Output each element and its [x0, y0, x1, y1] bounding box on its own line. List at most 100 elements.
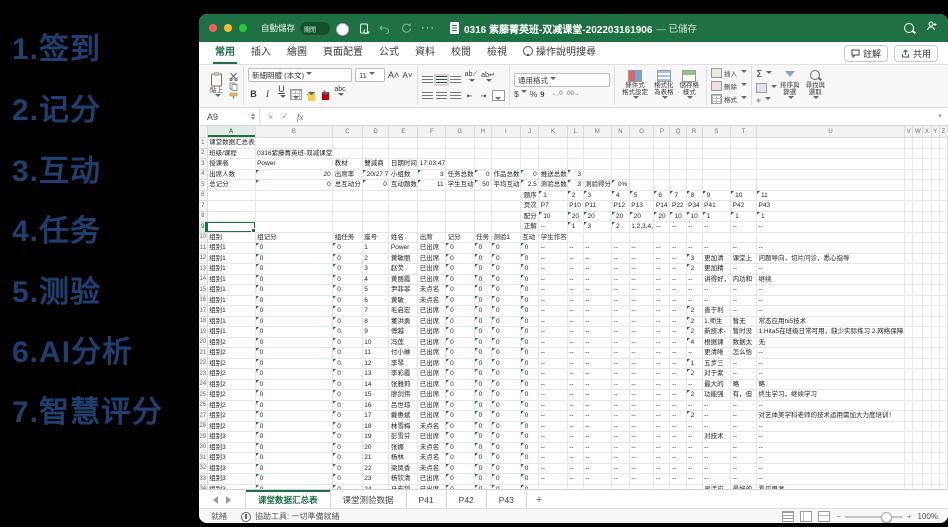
- cell-R15[interactable]: --: [686, 284, 703, 296]
- cell-W15[interactable]: [912, 284, 924, 296]
- cell-L33[interactable]: --: [567, 473, 584, 485]
- cell-U16[interactable]: --: [756, 295, 906, 306]
- cell-E5[interactable]: 互动题数: [388, 179, 419, 191]
- cell-F32[interactable]: 未点名: [417, 463, 447, 474]
- column-header-P[interactable]: P: [653, 126, 671, 138]
- cell-X1[interactable]: [922, 137, 932, 149]
- cell-S27[interactable]: --: [702, 410, 732, 422]
- cell-Z2[interactable]: [939, 148, 948, 159]
- cell-J7[interactable]: 页次: [520, 200, 540, 212]
- cell-C32[interactable]: 0: [332, 463, 363, 474]
- fullscreen-window-button[interactable]: [239, 24, 247, 32]
- cell-S3[interactable]: [702, 158, 732, 170]
- cell-X14[interactable]: [922, 274, 932, 285]
- cell-I1[interactable]: [491, 137, 521, 149]
- cell-H16[interactable]: 0: [474, 295, 493, 306]
- cell-R17[interactable]: 2: [686, 305, 703, 317]
- cell-O16[interactable]: --: [629, 295, 655, 306]
- cell-Z5[interactable]: [939, 179, 948, 191]
- cell-Y6[interactable]: [931, 190, 940, 201]
- format-as-table-button[interactable]: 格式化 為表格: [651, 69, 677, 103]
- cell-C2[interactable]: [332, 148, 363, 159]
- cell-P31[interactable]: --: [653, 452, 671, 464]
- cell-E17[interactable]: 毛启宏: [388, 305, 419, 317]
- cell-W5[interactable]: [912, 179, 924, 191]
- row-header-18[interactable]: 18: [199, 315, 208, 327]
- cell-L23[interactable]: --: [567, 368, 584, 380]
- cell-H23[interactable]: 0: [474, 368, 493, 380]
- home-icon[interactable]: [339, 23, 350, 34]
- cell-W27[interactable]: [912, 410, 924, 422]
- cell-G29[interactable]: 0: [445, 431, 475, 443]
- cell-R13[interactable]: 2: [686, 263, 703, 275]
- cell-U28[interactable]: --: [756, 421, 906, 432]
- cell-V11[interactable]: [904, 242, 914, 254]
- cell-A16[interactable]: 组别1: [207, 295, 256, 306]
- cell-W22[interactable]: [912, 358, 924, 369]
- increase-indent-icon[interactable]: ⇥: [478, 92, 489, 100]
- cell-D31[interactable]: 21: [362, 452, 390, 464]
- cell-B3[interactable]: Power: [255, 158, 334, 170]
- cell-F7[interactable]: [417, 200, 447, 212]
- cell-S33[interactable]: --: [702, 473, 732, 485]
- cell-G9[interactable]: [445, 221, 475, 233]
- cell-V7[interactable]: [904, 200, 914, 212]
- cell-U31[interactable]: --: [756, 452, 906, 464]
- cell-L22[interactable]: --: [567, 358, 584, 369]
- cell-Z32[interactable]: [939, 463, 948, 474]
- cell-X7[interactable]: [922, 200, 932, 212]
- cell-E13[interactable]: 赵芡: [388, 263, 419, 275]
- cell-J20[interactable]: 0: [520, 337, 540, 348]
- cell-F1[interactable]: [417, 137, 447, 149]
- cell-K6[interactable]: 1: [538, 190, 568, 201]
- cell-C12[interactable]: 0: [332, 253, 363, 264]
- cell-U3[interactable]: [756, 158, 906, 170]
- cell-Z27[interactable]: [939, 410, 948, 422]
- cell-J22[interactable]: 0: [520, 358, 540, 369]
- page-layout-view-icon[interactable]: [800, 511, 813, 522]
- cell-H17[interactable]: 0: [474, 305, 493, 317]
- cell-A7[interactable]: [207, 200, 256, 212]
- redo-icon[interactable]: [400, 22, 412, 34]
- cell-Q4[interactable]: [669, 169, 687, 180]
- cell-B13[interactable]: 0: [255, 263, 334, 275]
- cell-T31[interactable]: --: [730, 452, 757, 464]
- row-header-13[interactable]: 13: [199, 263, 208, 275]
- underline-button[interactable]: U: [276, 84, 287, 104]
- cell-L30[interactable]: --: [567, 442, 584, 453]
- share-user-icon[interactable]: [926, 19, 938, 37]
- cell-Q12[interactable]: --: [669, 253, 687, 264]
- cell-U32[interactable]: --: [756, 463, 906, 474]
- cell-V28[interactable]: [904, 421, 914, 432]
- cell-M26[interactable]: --: [583, 400, 613, 411]
- column-header-J[interactable]: J: [519, 126, 540, 138]
- cell-H30[interactable]: 0: [474, 442, 493, 453]
- cell-T19[interactable]: 暂时没: [730, 326, 757, 338]
- cell-L8[interactable]: 20: [567, 211, 584, 222]
- cell-T3[interactable]: [730, 158, 757, 170]
- cell-Q21[interactable]: --: [669, 347, 687, 359]
- cell-R28[interactable]: --: [686, 421, 703, 432]
- cell-J1[interactable]: [520, 137, 540, 149]
- cell-X6[interactable]: [922, 190, 932, 201]
- cell-Y32[interactable]: [931, 463, 940, 474]
- orientation-button[interactable]: ab⟋: [464, 71, 478, 88]
- cell-F30[interactable]: 未点名: [417, 442, 447, 453]
- cell-A11[interactable]: 组别1: [207, 242, 256, 254]
- normal-view-icon[interactable]: [782, 511, 795, 522]
- cell-V9[interactable]: [904, 221, 914, 233]
- cell-V6[interactable]: [904, 190, 914, 201]
- column-header-T[interactable]: T: [730, 126, 757, 138]
- cell-X17[interactable]: [922, 305, 932, 317]
- cell-S22[interactable]: 五步三: [702, 358, 732, 369]
- cell-G20[interactable]: 0: [445, 337, 475, 348]
- cell-G25[interactable]: 0: [445, 389, 475, 401]
- bold-button[interactable]: B: [248, 89, 259, 99]
- undo-icon[interactable]: [379, 23, 391, 34]
- cell-S31[interactable]: --: [702, 452, 732, 464]
- cell-P13[interactable]: --: [653, 263, 671, 275]
- cell-U4[interactable]: [756, 169, 906, 180]
- row-header-11[interactable]: 11: [199, 242, 208, 254]
- cell-T24[interactable]: 略: [730, 379, 757, 390]
- cell-H20[interactable]: 0: [474, 337, 493, 348]
